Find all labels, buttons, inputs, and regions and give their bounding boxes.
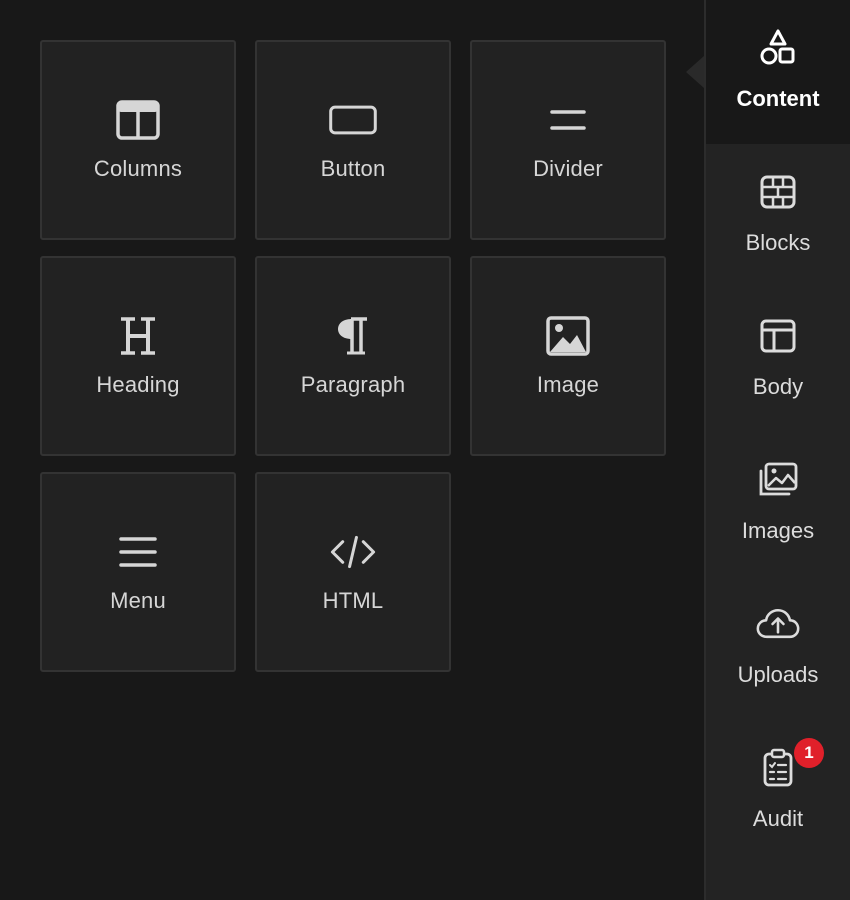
divider-icon — [544, 98, 592, 142]
sidebar-item-images[interactable]: Images — [706, 432, 850, 576]
sidebar-item-label: Uploads — [737, 662, 819, 687]
menu-icon — [114, 530, 162, 574]
sidebar-item-body[interactable]: Body — [706, 288, 850, 432]
bricks-icon — [756, 170, 800, 214]
sidebar-item-content[interactable]: Content — [706, 0, 850, 144]
tile-paragraph[interactable]: Paragraph — [255, 256, 451, 456]
image-icon — [544, 314, 592, 358]
notification-badge: 1 — [794, 738, 824, 768]
sidebar-item-audit[interactable]: 1 Audit — [706, 720, 850, 864]
gallery-icon — [756, 458, 800, 502]
tile-heading[interactable]: Heading — [40, 256, 236, 456]
tile-button[interactable]: Button — [255, 40, 451, 240]
button-icon — [329, 98, 377, 142]
content-tile-grid: Columns Button Divider Heading Paragraph… — [40, 40, 666, 672]
sidebar-item-label: Audit — [752, 806, 804, 831]
sidebar: Content Blocks Body Images Uploads 1 Aud… — [704, 0, 850, 900]
sidebar-item-label: Content — [736, 86, 820, 111]
code-icon — [329, 530, 377, 574]
heading-icon — [114, 314, 162, 358]
tile-html[interactable]: HTML — [255, 472, 451, 672]
content-panel: Columns Button Divider Heading Paragraph… — [0, 0, 704, 900]
cloud-upload-icon — [756, 602, 800, 646]
tile-columns[interactable]: Columns — [40, 40, 236, 240]
tile-label: Divider — [533, 156, 603, 181]
shapes-icon — [756, 26, 800, 70]
sidebar-item-label: Body — [752, 374, 804, 399]
tile-label: HTML — [322, 588, 384, 613]
tile-image[interactable]: Image — [470, 256, 666, 456]
tile-label: Menu — [110, 588, 166, 613]
sidebar-item-uploads[interactable]: Uploads — [706, 576, 850, 720]
active-tab-pointer — [686, 56, 704, 88]
columns-icon — [114, 98, 162, 142]
tile-label: Button — [320, 156, 386, 181]
tile-label: Image — [536, 372, 600, 397]
sidebar-item-label: Blocks — [745, 230, 811, 255]
tile-menu[interactable]: Menu — [40, 472, 236, 672]
tile-label: Heading — [96, 372, 180, 397]
editor-app: Columns Button Divider Heading Paragraph… — [0, 0, 850, 900]
paragraph-icon — [329, 314, 377, 358]
tile-divider[interactable]: Divider — [470, 40, 666, 240]
tile-label: Paragraph — [300, 372, 406, 397]
sidebar-item-blocks[interactable]: Blocks — [706, 144, 850, 288]
tile-label: Columns — [93, 156, 183, 181]
sidebar-item-label: Images — [741, 518, 815, 543]
layout-icon — [756, 314, 800, 358]
